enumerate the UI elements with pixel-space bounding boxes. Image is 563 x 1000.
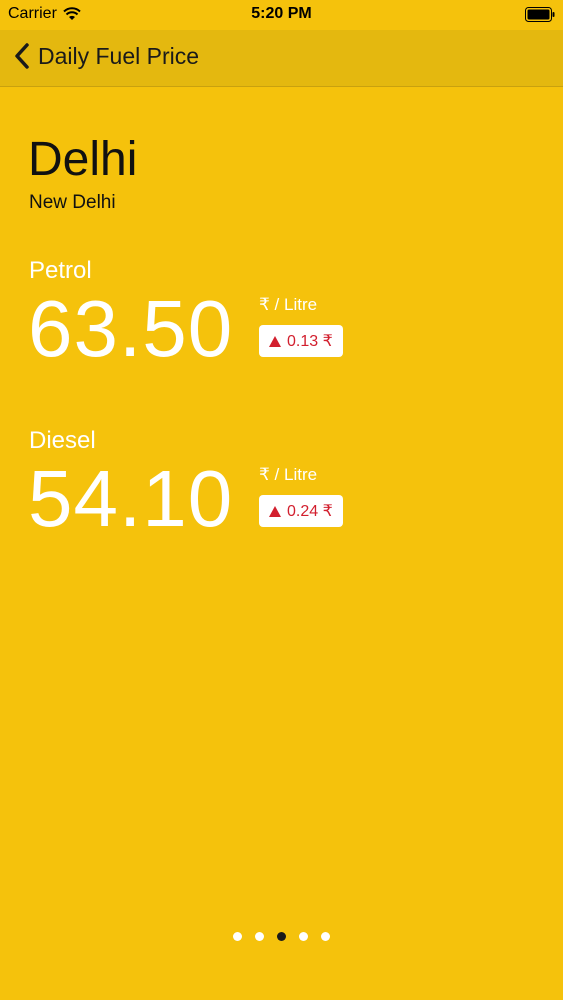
page-dot[interactable] <box>277 932 286 941</box>
petrol-label: Petrol <box>29 257 92 284</box>
arrow-up-icon <box>269 335 281 347</box>
arrow-up-icon <box>269 505 281 517</box>
diesel-change-badge: 0.24 ₹ <box>259 495 343 527</box>
page-dot[interactable] <box>233 932 242 941</box>
region-name: New Delhi <box>29 192 116 213</box>
diesel-change-value: 0.24 ₹ <box>287 503 333 520</box>
status-bar: Carrier 5:20 PM <box>0 0 563 30</box>
page-dot[interactable] <box>255 932 264 941</box>
page-dot[interactable] <box>321 932 330 941</box>
diesel-price: 54.10 <box>28 454 234 543</box>
petrol-price: 63.50 <box>28 284 234 373</box>
chevron-left-icon <box>15 43 29 69</box>
petrol-unit: ₹ / Litre <box>259 295 318 314</box>
status-time: 5:20 PM <box>251 5 312 22</box>
diesel-label: Diesel <box>29 427 96 454</box>
back-button[interactable]: Daily Fuel Price <box>14 42 199 70</box>
page-indicator[interactable] <box>0 932 563 941</box>
petrol-change-badge: 0.13 ₹ <box>259 325 343 357</box>
city-name: Delhi <box>28 133 138 186</box>
battery-icon <box>525 7 555 22</box>
nav-bar: Daily Fuel Price <box>0 30 563 87</box>
page-dot[interactable] <box>299 932 308 941</box>
diesel-unit: ₹ / Litre <box>259 465 318 484</box>
petrol-change-value: 0.13 ₹ <box>287 333 333 350</box>
screen: Carrier 5:20 PM Daily Fuel Price Delhi N… <box>0 0 563 1000</box>
nav-title: Daily Fuel Price <box>38 42 200 69</box>
